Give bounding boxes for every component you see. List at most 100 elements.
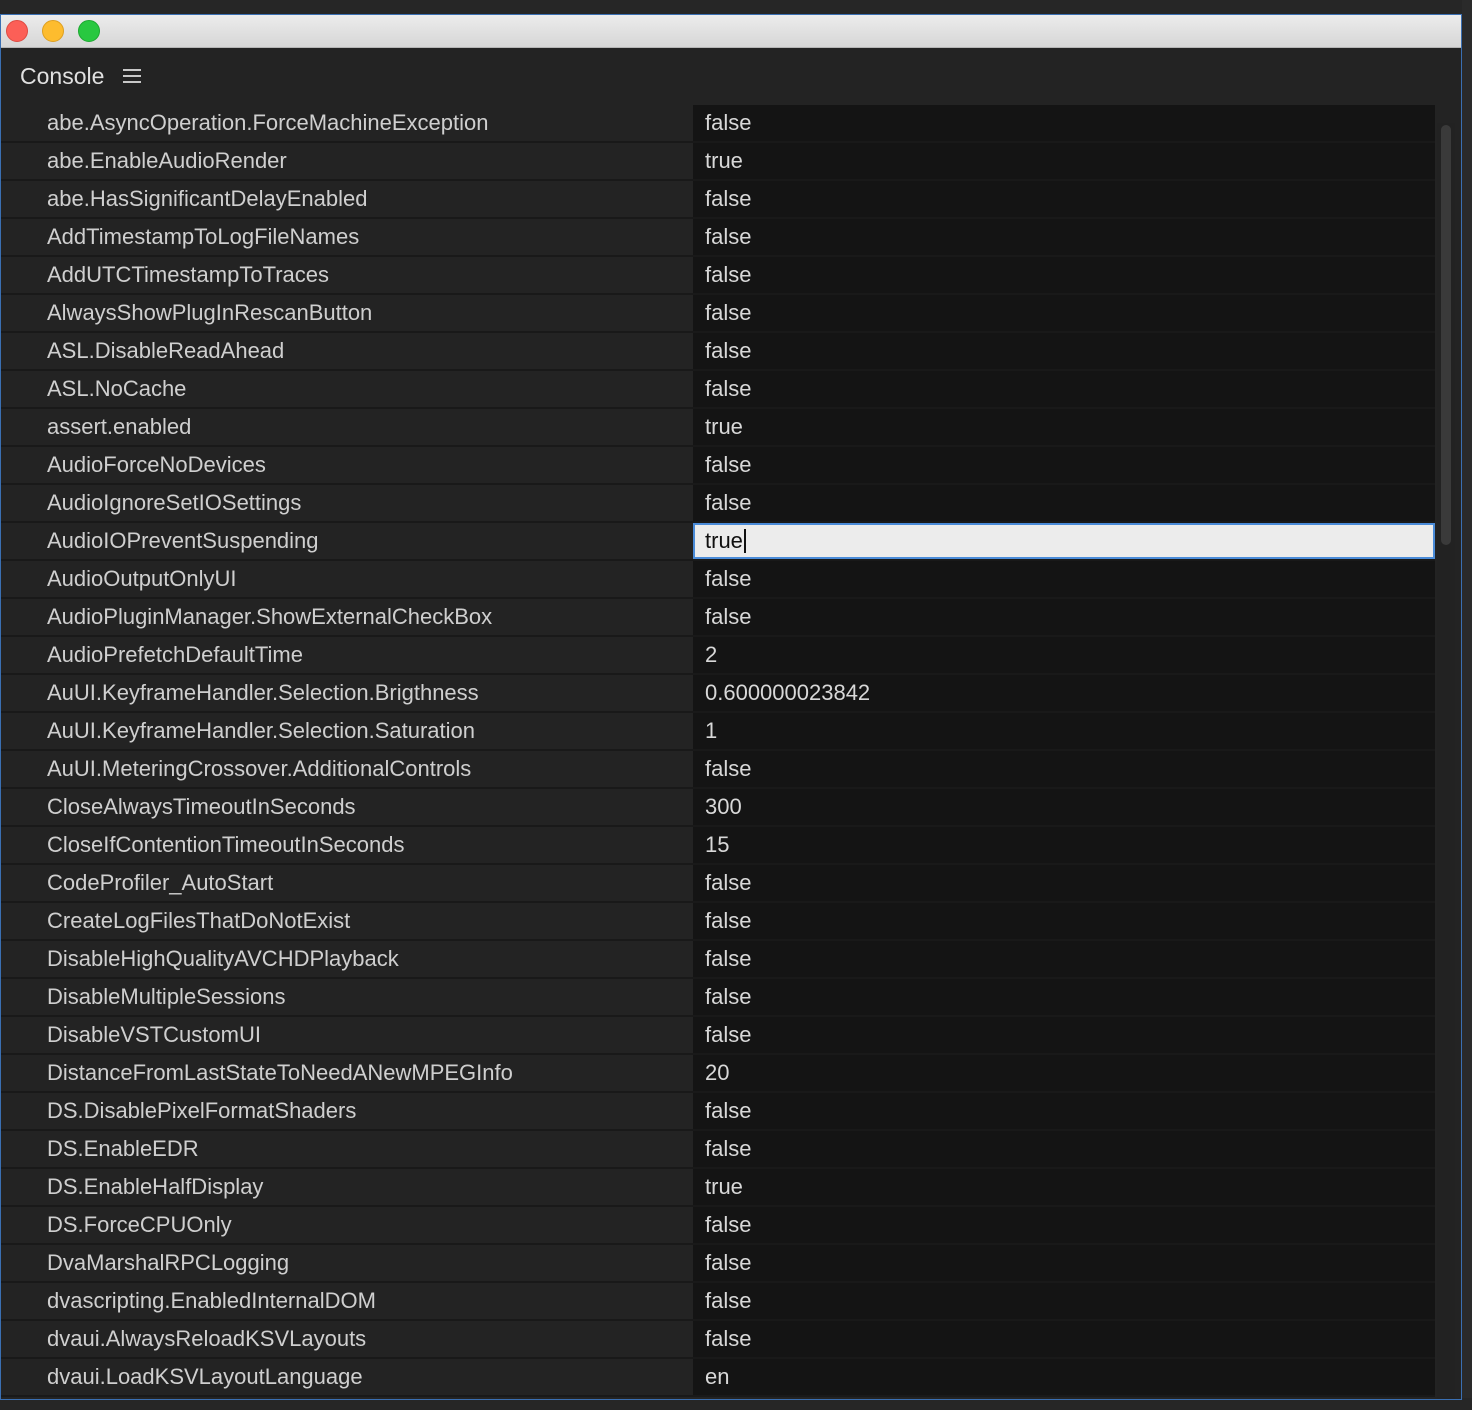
setting-value-text: true (705, 1174, 743, 1199)
setting-value-field[interactable]: false (693, 181, 1435, 217)
setting-value-field[interactable]: false (693, 295, 1435, 331)
setting-value-text: false (705, 490, 752, 515)
minimize-window-button[interactable] (42, 20, 64, 42)
setting-value-field[interactable]: 300 (693, 789, 1435, 825)
setting-key: ASL.DisableReadAhead (1, 333, 688, 369)
setting-row[interactable]: CodeProfiler_AutoStart false (1, 865, 1435, 903)
setting-row[interactable]: dvaui.LoadKSVLayoutLanguage en (1, 1359, 1435, 1397)
setting-value-field[interactable]: false (693, 1207, 1435, 1243)
setting-value-field[interactable]: 1 (693, 713, 1435, 749)
setting-value-field[interactable]: false (693, 257, 1435, 293)
setting-value-text: false (705, 224, 752, 249)
setting-value-text: false (705, 1136, 752, 1161)
setting-value-field[interactable]: true (693, 1169, 1435, 1205)
setting-value-field[interactable]: en (693, 1359, 1435, 1395)
close-window-button[interactable] (6, 20, 28, 42)
setting-row[interactable]: DS.ForceCPUOnly false (1, 1207, 1435, 1245)
setting-value-field[interactable]: false (693, 1283, 1435, 1319)
setting-value-text: 300 (705, 794, 742, 819)
setting-row[interactable]: DS.DisablePixelFormatShaders false (1, 1093, 1435, 1131)
setting-value-field[interactable]: false (693, 561, 1435, 597)
setting-key: AuUI.MeteringCrossover.AdditionalControl… (1, 751, 688, 787)
setting-key: DistanceFromLastStateToNeedANewMPEGInfo (1, 1055, 688, 1091)
setting-value-field[interactable]: false (693, 1131, 1435, 1167)
vertical-scrollbar[interactable] (1437, 123, 1455, 1399)
setting-key: DS.EnableHalfDisplay (1, 1169, 688, 1205)
setting-row[interactable]: dvascripting.EnabledInternalDOM false (1, 1283, 1435, 1321)
setting-value-input-active[interactable]: true (693, 523, 1435, 559)
setting-row[interactable]: ASL.NoCache false (1, 371, 1435, 409)
setting-row[interactable]: AudioPluginManager.ShowExternalCheckBox f… (1, 599, 1435, 637)
setting-key: AlwaysShowPlugInRescanButton (1, 295, 688, 331)
setting-value-text: false (705, 452, 752, 477)
setting-row[interactable]: AddTimestampToLogFileNames false (1, 219, 1435, 257)
setting-row[interactable]: AudioForceNoDevices false (1, 447, 1435, 485)
setting-row[interactable]: CloseAlwaysTimeoutInSeconds 300 (1, 789, 1435, 827)
zoom-window-button[interactable] (78, 20, 100, 42)
setting-value-field[interactable]: false (693, 371, 1435, 407)
setting-value-field[interactable]: false (693, 1017, 1435, 1053)
setting-row[interactable]: AuUI.KeyframeHandler.Selection.Brigthnes… (1, 675, 1435, 713)
setting-value-field[interactable]: false (693, 903, 1435, 939)
setting-value-field[interactable]: false (693, 1093, 1435, 1129)
setting-row[interactable]: DvaMarshalRPCLogging false (1, 1245, 1435, 1283)
setting-row[interactable]: AudioIOPreventSuspending true (1, 523, 1435, 561)
setting-row[interactable]: AudioIgnoreSetIOSettings false (1, 485, 1435, 523)
setting-row[interactable]: AudioPrefetchDefaultTime 2 (1, 637, 1435, 675)
setting-row[interactable]: abe.HasSignificantDelayEnabled false (1, 181, 1435, 219)
setting-value-field[interactable]: false (693, 751, 1435, 787)
panel-header: Console (1, 48, 1461, 104)
setting-value-field[interactable]: true (693, 409, 1435, 445)
setting-value-field[interactable]: 0.600000023842 (693, 675, 1435, 711)
setting-value-field[interactable]: false (693, 105, 1435, 141)
setting-key: abe.HasSignificantDelayEnabled (1, 181, 688, 217)
setting-key: dvaui.LoadKSVLayoutLanguage (1, 1359, 688, 1395)
setting-row[interactable]: assert.enabled true (1, 409, 1435, 447)
setting-value-field[interactable]: false (693, 1321, 1435, 1357)
text-caret (743, 528, 746, 553)
setting-key: abe.EnableAudioRender (1, 143, 688, 179)
setting-value-field[interactable]: false (693, 447, 1435, 483)
setting-key: AudioIOPreventSuspending (1, 523, 688, 559)
setting-value-text: false (705, 604, 752, 629)
hamburger-menu-icon[interactable] (123, 69, 141, 83)
setting-key: AudioIgnoreSetIOSettings (1, 485, 688, 521)
setting-value-field[interactable]: false (693, 599, 1435, 635)
setting-value-field[interactable]: false (693, 219, 1435, 255)
setting-value-field[interactable]: false (693, 979, 1435, 1015)
setting-row[interactable]: DisableHighQualityAVCHDPlayback false (1, 941, 1435, 979)
setting-row[interactable]: AlwaysShowPlugInRescanButton false (1, 295, 1435, 333)
setting-row[interactable]: DS.EnableEDR false (1, 1131, 1435, 1169)
setting-value-text: false (705, 870, 752, 895)
setting-value-field[interactable]: false (693, 485, 1435, 521)
window-titlebar[interactable] (1, 15, 1461, 48)
setting-value-field[interactable]: true (693, 143, 1435, 179)
setting-value-field[interactable]: false (693, 1245, 1435, 1281)
settings-list: abe.AsyncOperation.ForceMachineException… (1, 105, 1435, 1397)
setting-row[interactable]: DisableVSTCustomUI false (1, 1017, 1435, 1055)
setting-row[interactable]: abe.AsyncOperation.ForceMachineException… (1, 105, 1435, 143)
setting-row[interactable]: AddUTCTimestampToTraces false (1, 257, 1435, 295)
setting-value-text: false (705, 1288, 752, 1313)
setting-row[interactable]: DisableMultipleSessions false (1, 979, 1435, 1017)
setting-value-text: false (705, 1326, 752, 1351)
setting-row[interactable]: AudioOutputOnlyUI false (1, 561, 1435, 599)
setting-row[interactable]: ASL.DisableReadAhead false (1, 333, 1435, 371)
setting-row[interactable]: CloseIfContentionTimeoutInSeconds 15 (1, 827, 1435, 865)
setting-row[interactable]: AuUI.MeteringCrossover.AdditionalControl… (1, 751, 1435, 789)
setting-row[interactable]: DistanceFromLastStateToNeedANewMPEGInfo 2… (1, 1055, 1435, 1093)
setting-row[interactable]: dvaui.AlwaysReloadKSVLayouts false (1, 1321, 1435, 1359)
setting-value-field[interactable]: 15 (693, 827, 1435, 863)
setting-value-text: true (705, 148, 743, 173)
setting-row[interactable]: AuUI.KeyframeHandler.Selection.Saturatio… (1, 713, 1435, 751)
setting-value-field[interactable]: 20 (693, 1055, 1435, 1091)
scrollbar-thumb[interactable] (1441, 125, 1451, 545)
setting-row[interactable]: abe.EnableAudioRender true (1, 143, 1435, 181)
setting-value-field[interactable]: false (693, 941, 1435, 977)
setting-row[interactable]: CreateLogFilesThatDoNotExist false (1, 903, 1435, 941)
setting-value-field[interactable]: false (693, 333, 1435, 369)
setting-value-field[interactable]: false (693, 865, 1435, 901)
setting-row[interactable]: DS.EnableHalfDisplay true (1, 1169, 1435, 1207)
setting-key: AudioOutputOnlyUI (1, 561, 688, 597)
setting-value-field[interactable]: 2 (693, 637, 1435, 673)
